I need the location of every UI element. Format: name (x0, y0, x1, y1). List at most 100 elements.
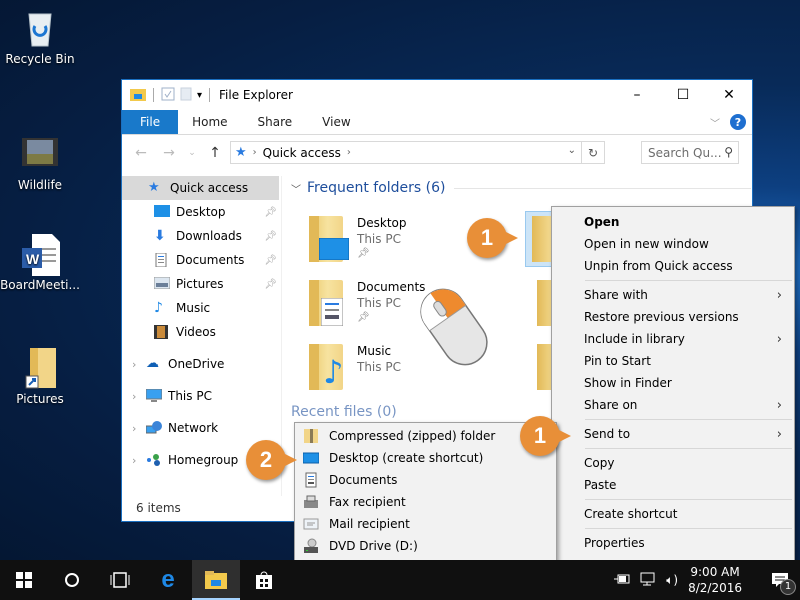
context-menu-item-share-with[interactable]: Share with › (552, 284, 794, 306)
desktop-icon-pictures[interactable]: Pictures (0, 348, 80, 406)
nav-item-this-pc[interactable]: › This PC (122, 384, 281, 408)
help-icon[interactable]: ? (730, 114, 746, 130)
file-explorer-taskbar-button[interactable] (192, 560, 240, 600)
context-menu-item-paste[interactable]: Paste (552, 474, 794, 496)
explorer-app-icon (130, 87, 146, 104)
windows-logo-icon (16, 572, 32, 588)
context-menu-item-open[interactable]: Open (552, 211, 794, 233)
send-to-mail-recipient[interactable]: Mail recipient (295, 513, 556, 535)
nav-item-documents[interactable]: Documents 📌︎ (122, 248, 281, 272)
store-button[interactable] (240, 560, 288, 600)
nav-item-desktop[interactable]: Desktop 📌︎ (122, 200, 281, 224)
close-button[interactable]: ✕ (706, 80, 752, 110)
menu-separator (585, 448, 792, 449)
onedrive-cloud-icon: ☁ (146, 356, 159, 371)
context-menu-item-include-in-library[interactable]: Include in library › (552, 328, 794, 350)
nav-label: Network (168, 421, 219, 435)
start-button[interactable] (0, 560, 48, 600)
folder-shortcut-icon (20, 348, 60, 389)
desktop-icon-wildlife[interactable]: Wildlife (0, 134, 80, 192)
context-menu-item-restore-previous-versions[interactable]: Restore previous versions (552, 306, 794, 328)
minimize-button[interactable]: – (614, 80, 660, 110)
send-to-desktop-shortcut[interactable]: Desktop (create shortcut) (295, 447, 556, 469)
send-to-submenu: Compressed (zipped) folder Desktop (crea… (294, 422, 557, 562)
nav-label: Desktop (176, 205, 226, 219)
expand-chevron-icon[interactable]: › (132, 454, 146, 467)
context-menu-item-open-in-new-window[interactable]: Open in new window (552, 233, 794, 255)
nav-item-onedrive[interactable]: › ☁ OneDrive (122, 352, 281, 376)
word-document-icon: W (20, 234, 60, 276)
system-tray: 🔈︎) 9:00 AM 8/2/2016 1 (614, 560, 800, 600)
send-to-documents[interactable]: Documents (295, 469, 556, 491)
breadcrumb-quick-access[interactable]: Quick access (263, 146, 341, 160)
context-menu-item-pin-to-start[interactable]: Pin to Start (552, 350, 794, 372)
context-menu-item-properties[interactable]: Properties (552, 532, 794, 554)
nav-item-downloads[interactable]: ⬇ Downloads 📌︎ (122, 224, 281, 248)
desktop-folder-icon (309, 216, 349, 264)
breadcrumb-separator-icon[interactable]: › (347, 147, 351, 158)
back-arrow-icon[interactable]: ← (130, 145, 152, 161)
nav-item-network[interactable]: › Network (122, 416, 281, 440)
documents-icon (303, 472, 319, 488)
context-menu-item-send-to[interactable]: Send to › (552, 423, 794, 445)
expand-chevron-icon[interactable]: › (132, 390, 146, 403)
tab-home[interactable]: Home (178, 110, 241, 134)
expand-chevron-icon[interactable]: › (132, 358, 146, 371)
maximize-button[interactable]: ☐ (660, 80, 706, 110)
expand-chevron-icon[interactable]: › (132, 422, 146, 435)
tab-file[interactable]: File (122, 110, 179, 134)
tab-view[interactable]: View (308, 110, 364, 134)
recent-locations-chevron-icon[interactable]: ⌄ (186, 148, 198, 158)
menu-label: Share with (584, 288, 648, 302)
video-file-icon (20, 134, 60, 174)
expand-ribbon-icon[interactable]: ﹀ (710, 115, 720, 130)
folder-name: Music (357, 344, 392, 358)
power-battery-icon[interactable] (614, 573, 630, 588)
edge-browser-button[interactable]: e (144, 560, 192, 600)
nav-item-videos[interactable]: Videos (122, 320, 281, 344)
tab-share[interactable]: Share (242, 110, 309, 134)
folder-name: Desktop (357, 216, 407, 230)
submenu-arrow-icon: › (776, 397, 782, 413)
frequent-folders-header[interactable]: ﹀ Frequent folders (6) (291, 180, 751, 196)
recent-files-header[interactable]: Recent files (0) (291, 404, 397, 420)
address-dropdown-icon[interactable]: ⌄ (568, 145, 576, 156)
properties-icon[interactable] (161, 87, 175, 104)
send-to-dvd-drive[interactable]: DVD Drive (D:) (295, 535, 556, 557)
context-menu-item-copy[interactable]: Copy (552, 452, 794, 474)
cortana-circle-icon (65, 573, 79, 587)
cortana-search-button[interactable] (48, 560, 96, 600)
nav-label: Downloads (176, 229, 242, 243)
nav-item-music[interactable]: ♪ Music (122, 296, 281, 320)
desktop-icon-label: Recycle Bin (5, 52, 75, 66)
context-menu-item-create-shortcut[interactable]: Create shortcut (552, 503, 794, 525)
search-input[interactable]: Search Qu... ⚲ (641, 141, 739, 164)
customize-toolbar-icon[interactable]: ▾ (197, 90, 202, 101)
context-menu-item-share-on[interactable]: Share on › (552, 394, 794, 416)
menu-label: Create shortcut (584, 507, 678, 521)
action-center-button[interactable]: 1 (760, 560, 800, 600)
nav-item-quick-access[interactable]: ★ Quick access (122, 176, 279, 200)
task-view-button[interactable] (96, 560, 144, 600)
context-menu: Open Open in new window Unpin from Quick a… (551, 206, 795, 562)
clock-time: 9:00 AM (690, 565, 740, 579)
context-menu-item-show-in-finder[interactable]: Show in Finder (552, 372, 794, 394)
send-to-compressed-folder[interactable]: Compressed (zipped) folder (295, 425, 556, 447)
item-count: 6 items (136, 501, 181, 515)
new-folder-icon[interactable] (179, 87, 193, 104)
menu-separator (585, 499, 792, 500)
up-arrow-icon[interactable]: ↑ (204, 145, 226, 161)
forward-arrow-icon[interactable]: → (158, 145, 180, 161)
refresh-icon[interactable]: ↻ (581, 142, 604, 163)
network-icon[interactable] (640, 572, 656, 589)
send-to-fax-recipient[interactable]: Fax recipient (295, 491, 556, 513)
pin-icon: 📌︎ (264, 254, 277, 266)
clock[interactable]: 9:00 AM 8/2/2016 (688, 564, 742, 596)
pin-icon: 📌︎ (357, 312, 370, 323)
nav-item-pictures[interactable]: Pictures 📌︎ (122, 272, 281, 296)
address-bar[interactable]: ★ › Quick access › ⌄ ↻ (230, 141, 605, 164)
desktop-icon-recycle-bin[interactable]: Recycle Bin (0, 8, 80, 66)
desktop-icon-boardmeeting[interactable]: W BoardMeeti... (0, 234, 80, 292)
context-menu-item-unpin-from-quick-access[interactable]: Unpin from Quick access (552, 255, 794, 277)
volume-icon[interactable]: 🔈︎) (666, 573, 678, 588)
